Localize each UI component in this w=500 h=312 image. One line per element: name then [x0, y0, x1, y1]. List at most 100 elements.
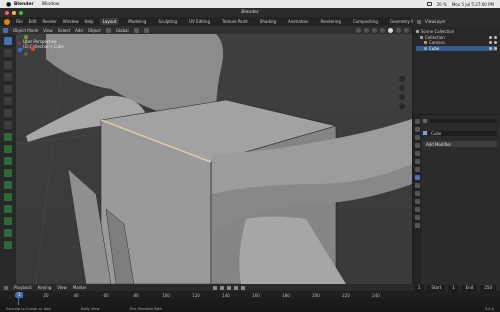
- jump-end-icon[interactable]: [240, 285, 245, 290]
- window-menu[interactable]: Window: [42, 2, 60, 7]
- timeline-track-area[interactable]: [0, 299, 500, 306]
- menu-marker[interactable]: Marker: [73, 285, 87, 290]
- tab-layout[interactable]: Layout: [99, 18, 120, 25]
- timeline-editor-icon[interactable]: [4, 285, 8, 290]
- visibility-eye-icon[interactable]: [489, 41, 492, 45]
- move-icon[interactable]: [4, 61, 12, 69]
- blender-logo-icon[interactable]: [4, 18, 10, 25]
- measure-icon[interactable]: [4, 121, 12, 129]
- next-keyframe-icon[interactable]: [233, 285, 238, 290]
- tab-texture-paint[interactable]: Texture Paint: [219, 18, 251, 25]
- editor-type-icon[interactable]: [3, 27, 8, 33]
- rotate-icon[interactable]: [4, 73, 12, 81]
- xray-icon[interactable]: [380, 27, 385, 33]
- menu-object[interactable]: Object: [88, 28, 101, 33]
- render-shading-icon[interactable]: [404, 27, 409, 33]
- annotate-icon[interactable]: [4, 109, 12, 117]
- camera-view-icon[interactable]: [399, 94, 405, 100]
- smooth-icon[interactable]: [4, 229, 12, 237]
- playhead-line[interactable]: [18, 298, 19, 305]
- solid-shading-icon[interactable]: [388, 27, 393, 33]
- tab-shading[interactable]: Shading: [257, 18, 279, 25]
- tab-compositing[interactable]: Compositing: [350, 18, 381, 25]
- transform-icon[interactable]: [4, 97, 12, 105]
- zoom-window-button[interactable]: [19, 10, 23, 15]
- zoom-icon[interactable]: [399, 76, 405, 82]
- scale-icon[interactable]: [4, 85, 12, 93]
- render-properties-icon[interactable]: [414, 127, 420, 132]
- menu-playback[interactable]: Playback: [14, 285, 32, 290]
- close-window-button[interactable]: [5, 10, 9, 15]
- particles-properties-icon[interactable]: [414, 183, 420, 188]
- menu-render[interactable]: Render: [42, 19, 56, 24]
- visibility-eye-icon[interactable]: [489, 46, 492, 50]
- play-icon[interactable]: [226, 285, 231, 290]
- add-modifier-button[interactable]: Add Modifier: [423, 141, 497, 147]
- gizmo-toggle-icon[interactable]: [364, 27, 369, 33]
- menu-view[interactable]: View: [43, 28, 53, 33]
- menu-add[interactable]: Add: [75, 28, 83, 33]
- tool-properties-icon[interactable]: [414, 119, 420, 124]
- knife-icon[interactable]: [4, 193, 12, 201]
- tab-uv-editing[interactable]: UV Editing: [186, 18, 213, 25]
- extrude-icon[interactable]: [4, 145, 12, 153]
- prev-keyframe-icon[interactable]: [219, 285, 224, 290]
- outliner-row-cube[interactable]: Cube: [416, 45, 497, 51]
- menu-timeline-view[interactable]: View: [57, 285, 67, 290]
- menu-select[interactable]: Select: [58, 28, 70, 33]
- timeline-ruler[interactable]: 0 20 40 60 80 100 120 140 160 180 200 22…: [0, 291, 500, 305]
- battery-icon[interactable]: [426, 2, 432, 6]
- constraints-properties-icon[interactable]: [414, 199, 420, 204]
- snap-icon[interactable]: [133, 27, 139, 33]
- menu-window[interactable]: Window: [63, 19, 79, 24]
- start-frame-field[interactable]: 1: [448, 284, 459, 291]
- loop-cut-icon[interactable]: [4, 181, 12, 189]
- proportional-edit-icon[interactable]: [143, 27, 149, 33]
- navigation-gizmo[interactable]: [16, 34, 36, 58]
- pan-hand-icon[interactable]: [399, 85, 405, 91]
- inset-icon[interactable]: [4, 157, 12, 165]
- jump-start-icon[interactable]: [212, 285, 217, 290]
- data-properties-icon[interactable]: [414, 207, 420, 212]
- cursor-icon[interactable]: [4, 49, 12, 57]
- view-layer-properties-icon[interactable]: [414, 143, 420, 148]
- bevel-icon[interactable]: [4, 169, 12, 177]
- menu-edit[interactable]: Edit: [29, 19, 37, 24]
- material-shading-icon[interactable]: [396, 27, 401, 33]
- tab-sculpting[interactable]: Sculpting: [155, 18, 180, 25]
- material-properties-icon[interactable]: [414, 215, 420, 220]
- object-properties-icon[interactable]: [414, 167, 420, 172]
- view-layer-icon[interactable]: [417, 19, 421, 24]
- edge-slide-icon[interactable]: [4, 241, 12, 249]
- camera-render-icon[interactable]: [494, 41, 497, 45]
- apple-icon[interactable]: ●: [6, 1, 14, 8]
- properties-editor-icon[interactable]: [423, 119, 427, 123]
- add-cube-icon[interactable]: [4, 133, 12, 141]
- mode-selector[interactable]: Object Mode: [13, 28, 38, 33]
- transform-orientation[interactable]: Global: [116, 28, 129, 33]
- texture-properties-icon[interactable]: [414, 223, 420, 228]
- tab-animation[interactable]: Animation: [285, 18, 311, 25]
- current-frame-field[interactable]: 1: [413, 284, 425, 291]
- playhead-frame-indicator[interactable]: 1: [16, 291, 23, 298]
- spin-icon[interactable]: [4, 217, 12, 225]
- app-menu[interactable]: Blender: [14, 2, 34, 7]
- clock[interactable]: Mon 5 Jul 5:27:00 PM: [452, 2, 494, 7]
- menu-keying[interactable]: Keying: [38, 285, 51, 290]
- end-frame-field[interactable]: 250: [480, 284, 496, 291]
- menu-help[interactable]: Help: [84, 19, 93, 24]
- properties-search-field[interactable]: [430, 119, 497, 123]
- output-properties-icon[interactable]: [414, 135, 420, 140]
- object-name-field[interactable]: Cube: [429, 130, 497, 136]
- tab-rendering[interactable]: Rendering: [317, 18, 343, 25]
- scene-properties-icon[interactable]: [414, 151, 420, 156]
- tab-modeling[interactable]: Modeling: [125, 18, 149, 25]
- visibility-eye-icon[interactable]: [489, 35, 492, 39]
- camera-render-icon[interactable]: [494, 35, 497, 39]
- transform-orientation-icon[interactable]: [105, 27, 111, 33]
- overlay-toggle-icon[interactable]: [372, 27, 377, 33]
- 3d-viewport[interactable]: User Perspective (1) Collection | Cube: [16, 34, 412, 284]
- select-box-icon[interactable]: [4, 37, 12, 45]
- camera-render-icon[interactable]: [494, 46, 497, 50]
- modifier-properties-icon[interactable]: [414, 175, 420, 180]
